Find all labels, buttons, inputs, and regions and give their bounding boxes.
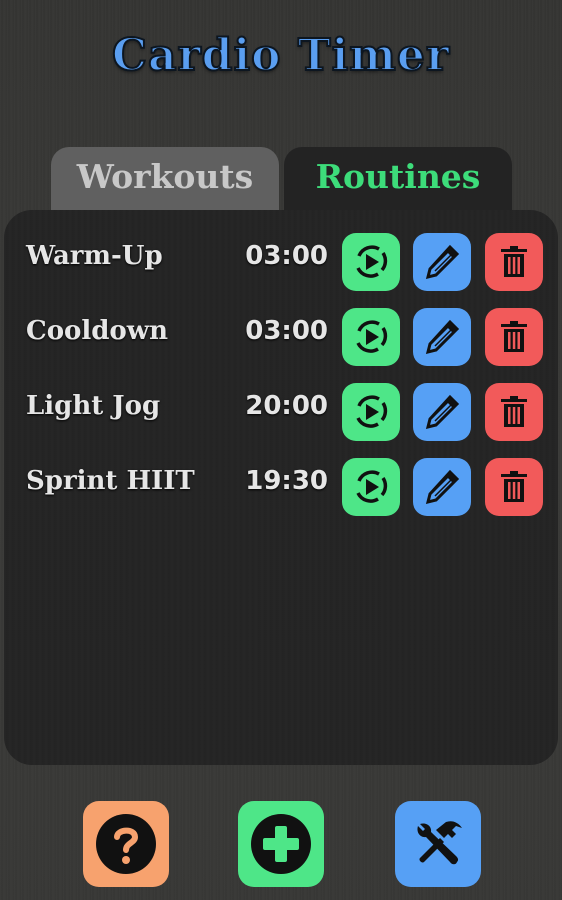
trash-icon (501, 396, 527, 427)
trash-icon (501, 321, 527, 352)
add-routine-button[interactable] (238, 801, 324, 887)
play-routine-button[interactable] (342, 233, 400, 291)
play-routine-button[interactable] (342, 383, 400, 441)
pencil-icon (425, 244, 460, 280)
edit-routine-button[interactable] (413, 458, 471, 516)
settings-button[interactable] (395, 801, 481, 887)
delete-routine-button[interactable] (485, 233, 543, 291)
routine-row: Cooldown 03:00 (4, 308, 558, 368)
routine-duration: 19:30 (245, 466, 328, 496)
trash-icon (501, 246, 527, 277)
tab-workouts[interactable]: Workouts (51, 147, 279, 211)
routine-duration: 03:00 (245, 241, 328, 271)
tab-routines[interactable]: Routines (284, 147, 512, 211)
delete-routine-button[interactable] (485, 308, 543, 366)
play-icon (356, 245, 388, 278)
tools-icon (417, 821, 462, 865)
play-icon (356, 395, 388, 428)
play-icon (356, 470, 388, 503)
pencil-icon (425, 469, 460, 505)
help-button[interactable] (83, 801, 169, 887)
edit-routine-button[interactable] (413, 233, 471, 291)
play-routine-button[interactable] (342, 458, 400, 516)
delete-routine-button[interactable] (485, 383, 543, 441)
routine-duration: 20:00 (245, 391, 328, 421)
edit-routine-button[interactable] (413, 383, 471, 441)
routine-name: Sprint HIIT (26, 466, 195, 496)
pencil-icon (425, 319, 460, 355)
app-title: Cardio Timer (111, 29, 451, 82)
plus-circle-icon (251, 814, 311, 874)
routine-name: Light Jog (26, 391, 161, 421)
pencil-icon (425, 394, 460, 430)
trash-icon (501, 471, 527, 502)
play-icon (356, 320, 388, 353)
routine-name: Cooldown (26, 316, 169, 346)
routines-list-panel: Warm-Up 03:00 Cooldown 03:00 Light Jog 2… (4, 210, 558, 765)
routine-row: Warm-Up 03:00 (4, 233, 558, 293)
play-routine-button[interactable] (342, 308, 400, 366)
routine-row: Light Jog 20:00 (4, 383, 558, 443)
edit-routine-button[interactable] (413, 308, 471, 366)
routine-name: Warm-Up (26, 241, 163, 271)
delete-routine-button[interactable] (485, 458, 543, 516)
routine-row: Sprint HIIT 19:30 (4, 458, 558, 518)
routine-duration: 03:00 (245, 316, 328, 346)
question-icon (96, 814, 156, 874)
